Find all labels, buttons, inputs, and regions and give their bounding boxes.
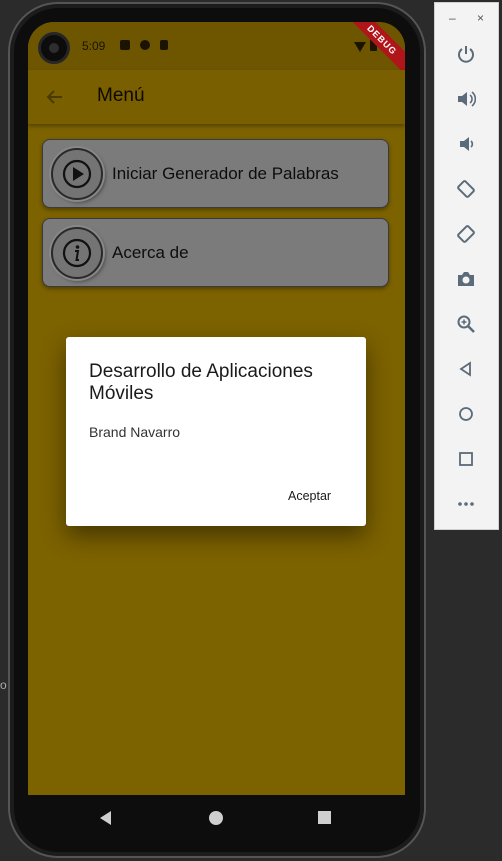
nav-back-icon[interactable]: [100, 811, 111, 825]
dialog-title: Desarrollo de Aplicaciones Móviles: [89, 361, 313, 404]
emulator-toolbar: – ×: [434, 2, 499, 530]
system-nav-bar: [28, 795, 405, 840]
app-screen: 5:09 DEBUG Menú Iniciar Generador de Pal…: [28, 22, 405, 795]
volume-up-icon[interactable]: [451, 86, 481, 112]
camera-icon[interactable]: [451, 266, 481, 292]
rotate-right-icon[interactable]: [451, 221, 481, 247]
volume-down-icon[interactable]: [451, 131, 481, 157]
home-icon[interactable]: [451, 401, 481, 427]
zoom-icon[interactable]: [451, 311, 481, 337]
power-icon[interactable]: [451, 41, 481, 67]
accept-button[interactable]: Aceptar: [284, 485, 335, 507]
overview-icon[interactable]: [451, 446, 481, 472]
about-dialog: Desarrollo de Aplicaciones Móviles Brand…: [66, 337, 366, 526]
left-edge-text: o: [0, 678, 7, 692]
close-button[interactable]: ×: [477, 11, 484, 25]
nav-home-icon[interactable]: [209, 811, 223, 825]
dialog-content: Brand Navarro: [89, 424, 181, 440]
minimize-button[interactable]: –: [449, 11, 456, 25]
nav-recents-icon[interactable]: [318, 811, 331, 824]
rotate-left-icon[interactable]: [451, 176, 481, 202]
back-icon[interactable]: [451, 356, 481, 382]
more-icon[interactable]: [451, 491, 481, 517]
